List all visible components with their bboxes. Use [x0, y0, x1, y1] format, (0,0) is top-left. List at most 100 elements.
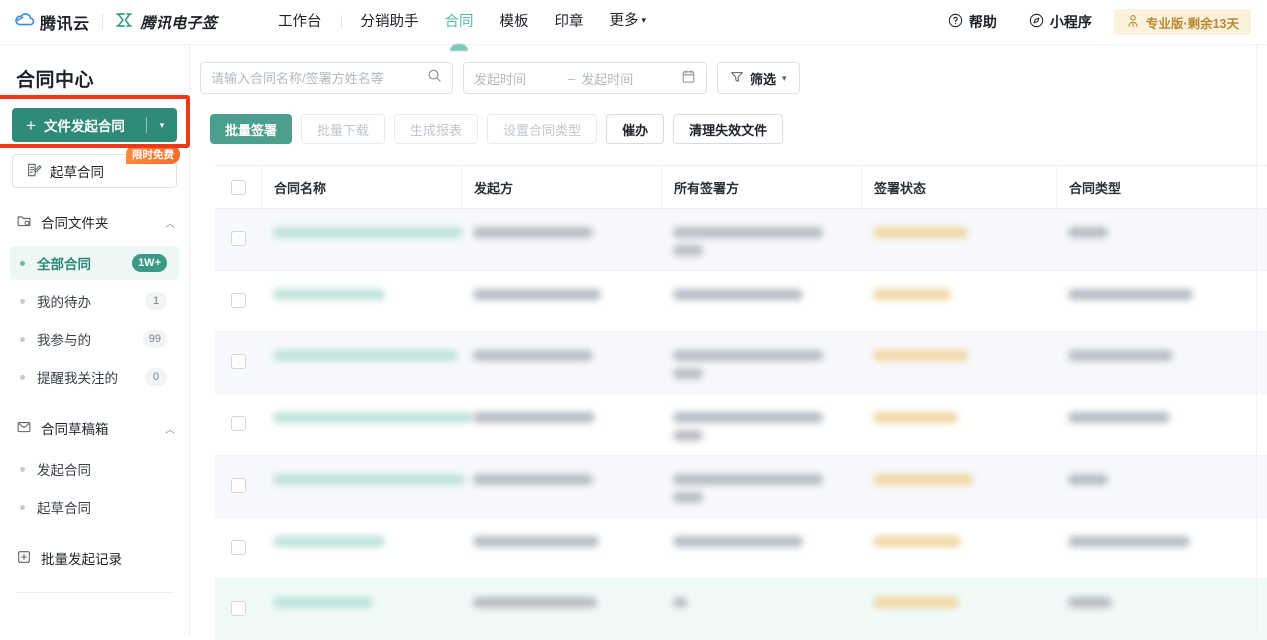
- redacted-value: [473, 227, 593, 238]
- folder-icon: [16, 213, 32, 232]
- table-row[interactable]: [215, 332, 1267, 394]
- calendar-icon[interactable]: [681, 69, 696, 87]
- redacted-value: [873, 536, 961, 547]
- redacted-value: [273, 412, 473, 423]
- redacted-value: [473, 536, 599, 547]
- cell-contract-type: [1056, 579, 1267, 639]
- sidebar-item-participated[interactable]: 我参与的 99: [10, 322, 179, 356]
- row-checkbox-cell[interactable]: [215, 209, 261, 270]
- batch-icon: [16, 549, 32, 568]
- row-checkbox[interactable]: [230, 601, 246, 616]
- date-end-placeholder[interactable]: 发起时间: [581, 69, 669, 88]
- column-header-contract-name[interactable]: 合同名称: [261, 165, 461, 209]
- search-box[interactable]: [200, 62, 453, 94]
- bullet-icon: [20, 298, 25, 304]
- create-contract-from-file-button[interactable]: + 文件发起合同 ▾: [12, 108, 177, 142]
- miniprogram-button[interactable]: 小程序: [1013, 12, 1108, 32]
- nav-item-seal[interactable]: 印章: [542, 0, 597, 45]
- column-header-contract-type[interactable]: 合同类型: [1056, 165, 1267, 209]
- nav-label: 分销助手: [360, 13, 419, 30]
- row-checkbox-cell[interactable]: [215, 456, 261, 517]
- column-header-all-signers[interactable]: 所有签署方: [661, 165, 861, 209]
- clear-invalid-files-button[interactable]: 清理失效文件: [673, 114, 784, 144]
- bullet-icon: [20, 504, 25, 510]
- nav-item-template[interactable]: 模板: [487, 0, 542, 45]
- filter-toolbar: 发起时间 – 发起时间 筛选 ▾: [190, 45, 1267, 94]
- filter-button[interactable]: 筛选 ▾: [717, 62, 800, 94]
- table-row[interactable]: [215, 271, 1267, 332]
- redacted-value: [673, 368, 703, 379]
- cell-contract-type: [1056, 456, 1267, 517]
- page-title: 合同中心: [16, 70, 95, 91]
- date-range-picker[interactable]: 发起时间 – 发起时间: [463, 62, 707, 94]
- chevron-up-icon[interactable]: ︿: [165, 421, 175, 436]
- row-checkbox-cell[interactable]: [215, 271, 261, 331]
- row-checkbox[interactable]: [230, 478, 246, 493]
- tencent-esign-logo[interactable]: 腾讯电子签: [115, 12, 218, 33]
- table-row[interactable]: [215, 456, 1267, 518]
- row-checkbox[interactable]: [230, 416, 246, 431]
- sidebar-group-draft-box[interactable]: 合同草稿箱 ︿: [0, 408, 189, 448]
- sidebar-item-my-todo[interactable]: 我的待办 1: [10, 284, 179, 318]
- sidebar-item-all-contracts[interactable]: 全部合同 1W+: [10, 246, 179, 280]
- row-checkbox[interactable]: [230, 231, 246, 246]
- table-row[interactable]: [215, 518, 1267, 579]
- row-checkbox-cell[interactable]: [215, 394, 261, 455]
- row-checkbox-cell[interactable]: [215, 332, 261, 393]
- main-content: 发起时间 – 发起时间 筛选 ▾ 批量签署 批量下载 生成报表 设置合同类型: [190, 45, 1267, 640]
- draft-document-icon: [26, 162, 42, 181]
- column-header-initiator[interactable]: 发起方: [461, 165, 661, 209]
- nav-item-more[interactable]: 更多 ▾: [597, 0, 660, 45]
- cell-sign-status: [861, 332, 1056, 393]
- table-right-divider: [1256, 45, 1257, 635]
- pro-version-badge[interactable]: 专业版·剩余13天: [1113, 9, 1251, 35]
- redacted-value: [1068, 536, 1190, 547]
- redacted-value: [673, 227, 823, 238]
- help-button[interactable]: 帮助: [932, 12, 1013, 32]
- sidebar: 合同中心 + 文件发起合同 ▾ 起草合同 限时免费 合同文件夹 ︿ 全部合同 1…: [0, 45, 190, 635]
- redacted-value: [273, 227, 463, 238]
- date-start-placeholder[interactable]: 发起时间: [474, 69, 562, 88]
- nav-label: 更多: [609, 13, 639, 29]
- sidebar-item-label: 全部合同: [37, 257, 91, 272]
- table-row[interactable]: [215, 579, 1267, 640]
- redacted-value: [673, 597, 687, 608]
- row-checkbox[interactable]: [230, 293, 246, 308]
- compass-icon: [1029, 13, 1044, 31]
- select-all-checkbox[interactable]: [230, 179, 246, 195]
- nav-item-workbench[interactable]: 工作台: [265, 0, 335, 45]
- brand-group: 腾讯云 腾讯电子签: [0, 10, 217, 34]
- row-checkbox[interactable]: [230, 540, 246, 555]
- sidebar-item-initiate-contract[interactable]: 发起合同: [10, 452, 179, 486]
- sidebar-group-contract-folder[interactable]: 合同文件夹 ︿: [0, 202, 189, 242]
- chevron-down-icon[interactable]: ▾: [147, 120, 177, 131]
- table-header-row: 合同名称 发起方 所有签署方 签署状态 合同类型: [215, 165, 1267, 209]
- search-input[interactable]: [211, 70, 427, 86]
- tencent-cloud-logo[interactable]: 腾讯云: [14, 10, 90, 34]
- question-circle-icon: [948, 13, 963, 31]
- batch-sign-button[interactable]: 批量签署: [210, 114, 293, 144]
- table-row[interactable]: [215, 394, 1267, 456]
- cell-contract-type: [1056, 271, 1267, 331]
- draft-contract-button[interactable]: 起草合同 限时免费: [12, 145, 180, 188]
- chevron-up-icon[interactable]: ︿: [165, 215, 175, 230]
- count-badge: 99: [142, 330, 167, 348]
- nav-item-contract[interactable]: 合同: [432, 0, 487, 51]
- sidebar-item-label: 发起合同: [37, 463, 91, 478]
- sidebar-item-reminders[interactable]: 提醒我关注的 0: [10, 360, 179, 394]
- search-icon[interactable]: [427, 68, 442, 88]
- urge-button[interactable]: 催办: [606, 114, 665, 144]
- sidebar-item-draft-contract[interactable]: 起草合同: [10, 490, 179, 524]
- redacted-value: [273, 536, 385, 547]
- cell-all-signers: [661, 209, 861, 270]
- table-row[interactable]: [215, 209, 1267, 271]
- column-header-sign-status[interactable]: 签署状态: [861, 165, 1056, 209]
- sidebar-item-batch-records[interactable]: 批量发起记录: [0, 538, 189, 578]
- row-checkbox[interactable]: [230, 354, 246, 369]
- nav-item-distribution[interactable]: 分销助手: [348, 0, 432, 45]
- row-checkbox-cell[interactable]: [215, 579, 261, 639]
- cell-sign-status: [861, 579, 1056, 639]
- row-checkbox-cell[interactable]: [215, 518, 261, 578]
- cell-all-signers: [661, 579, 861, 639]
- select-all-checkbox-cell[interactable]: [215, 179, 261, 195]
